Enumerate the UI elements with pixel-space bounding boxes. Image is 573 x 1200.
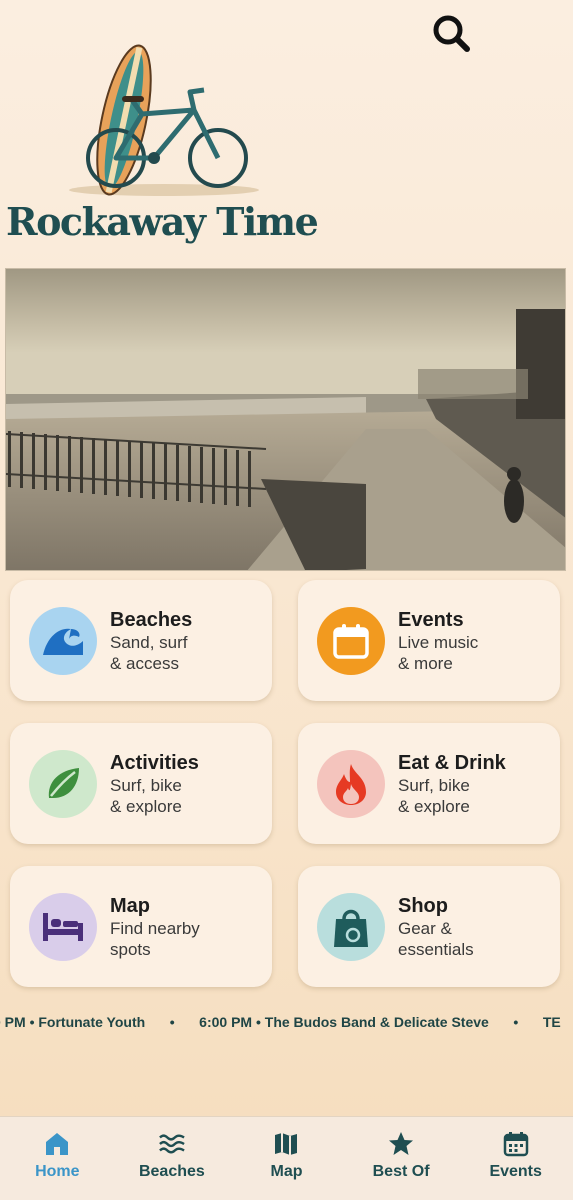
leaf-icon [29, 749, 97, 818]
card-title: Eat & Drink [398, 751, 506, 774]
card-subtitle: Gear & essentials [398, 918, 474, 959]
boardwalk-beach-photo [6, 269, 565, 570]
ticker-separator: • [513, 1014, 519, 1030]
wave-icon [29, 606, 97, 675]
card-title: Map [110, 894, 150, 917]
card-subtitle: Surf, bike & explore [110, 775, 182, 816]
card-subtitle: Sand, surf & access [110, 632, 188, 673]
tab-map[interactable]: Map [229, 1117, 344, 1200]
tab-best-of[interactable]: Best Of [344, 1117, 459, 1200]
card-map[interactable]: Map Find nearby spots [10, 866, 272, 987]
card-subtitle: Find nearby spots [110, 918, 200, 959]
tab-beaches[interactable]: Beaches [115, 1117, 230, 1200]
tab-label: Events [489, 1163, 542, 1180]
hero-image [5, 268, 566, 571]
card-title: Events [398, 608, 464, 631]
home-icon [44, 1131, 70, 1157]
tab-label: Home [35, 1163, 80, 1180]
map-icon [273, 1131, 299, 1157]
card-title: Beaches [110, 608, 193, 631]
star-icon [388, 1131, 414, 1157]
tab-label: Best Of [372, 1163, 430, 1180]
logo: Rockaway Time [4, 40, 319, 255]
card-shop[interactable]: Shop Gear & essentials [298, 866, 560, 987]
search-button[interactable] [428, 10, 474, 56]
card-subtitle: Surf, bike & explore [398, 775, 470, 816]
card-subtitle: Live music & more [398, 632, 479, 673]
ticker-separator: • [169, 1014, 175, 1030]
ticker-item: 6:00 PM • The Budos Band & Delicate Stev… [199, 1014, 489, 1030]
tab-home[interactable]: Home [0, 1117, 115, 1200]
card-beaches[interactable]: Beaches Sand, surf & access [10, 580, 272, 701]
surfboard-bicycle-logo [69, 44, 259, 196]
waves-icon [158, 1131, 185, 1157]
ticker-item: TE [542, 1014, 561, 1030]
calendar-icon [503, 1131, 529, 1157]
bottom-tab-bar: Home Beaches Map Best Of Events [0, 1116, 573, 1200]
bed-icon [29, 892, 97, 961]
calendar-icon [317, 606, 385, 675]
card-activities[interactable]: Activities Surf, bike & explore [10, 723, 272, 844]
tab-events[interactable]: Events [458, 1117, 573, 1200]
tab-label: Beaches [138, 1163, 205, 1180]
brand-title: Rockaway Time [6, 199, 319, 244]
shopping-bag-icon [317, 892, 385, 961]
ticker-item: 0 PM • Fortunate Youth [0, 1014, 146, 1030]
card-title: Activities [110, 751, 199, 774]
flame-icon [317, 749, 385, 818]
card-eat-drink[interactable]: Eat & Drink Surf, bike & explore [298, 723, 560, 844]
events-ticker[interactable]: 0 PM • Fortunate Youth • 6:00 PM • The B… [0, 1012, 573, 1034]
search-icon [433, 15, 470, 52]
card-title: Shop [398, 894, 448, 917]
card-events[interactable]: Events Live music & more [298, 580, 560, 701]
tab-label: Map [270, 1163, 303, 1180]
